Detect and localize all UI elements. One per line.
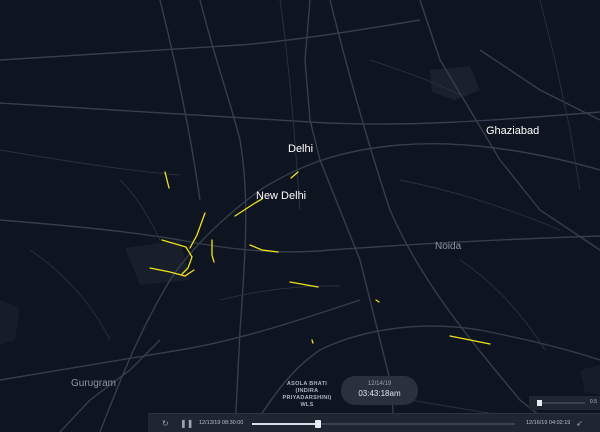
trip-path — [211, 239, 215, 263]
airport-area — [125, 240, 190, 285]
playback-bar: ↻ ❚❚ 12/13/19 08:30:00 12/16/19 04:02:19… — [148, 413, 600, 432]
label-gurugram: Gurugram — [71, 378, 117, 389]
pause-icon[interactable]: ❚❚ — [180, 419, 193, 428]
label-ghaziabad: Ghaziabad — [486, 125, 540, 137]
current-time-display: 12/14/19 03:43:18am — [341, 376, 418, 405]
label-new-delhi: New Delhi — [256, 190, 307, 202]
current-date: 12/14/19 — [367, 381, 392, 387]
timeline-progress — [252, 423, 318, 425]
speed-control: 0.5 — [529, 396, 600, 410]
label-noida: Noida — [435, 241, 462, 252]
trip-path — [311, 339, 314, 344]
label-delhi: Delhi — [288, 143, 314, 155]
rewind-icon[interactable]: ↻ — [162, 419, 169, 428]
map-canvas[interactable]: Delhi New Delhi Ghaziabad Noida Gurugram… — [0, 0, 600, 432]
current-time: 03:43:18am — [358, 389, 401, 398]
speed-value: 0.5 — [590, 399, 597, 405]
place-label-asola-bhati: ASOLA BHATI (INDIRA PRIYADARSHINI) WLS — [282, 381, 332, 408]
lake-area — [430, 66, 480, 100]
start-time: 12/13/19 08:30:00 — [199, 420, 244, 426]
speed-slider-thumb[interactable] — [537, 400, 542, 406]
trip-path — [449, 335, 491, 345]
speed-slider[interactable] — [537, 400, 585, 406]
park-area-east — [580, 365, 600, 395]
park-area — [0, 300, 20, 345]
trip-path — [375, 299, 380, 303]
road-map — [0, 0, 600, 432]
end-time: 12/16/19 04:02:19 — [526, 420, 571, 426]
timeline-slider[interactable] — [252, 420, 515, 428]
timeline-thumb[interactable] — [314, 420, 321, 428]
rocket-icon[interactable]: ➶ — [576, 419, 583, 428]
